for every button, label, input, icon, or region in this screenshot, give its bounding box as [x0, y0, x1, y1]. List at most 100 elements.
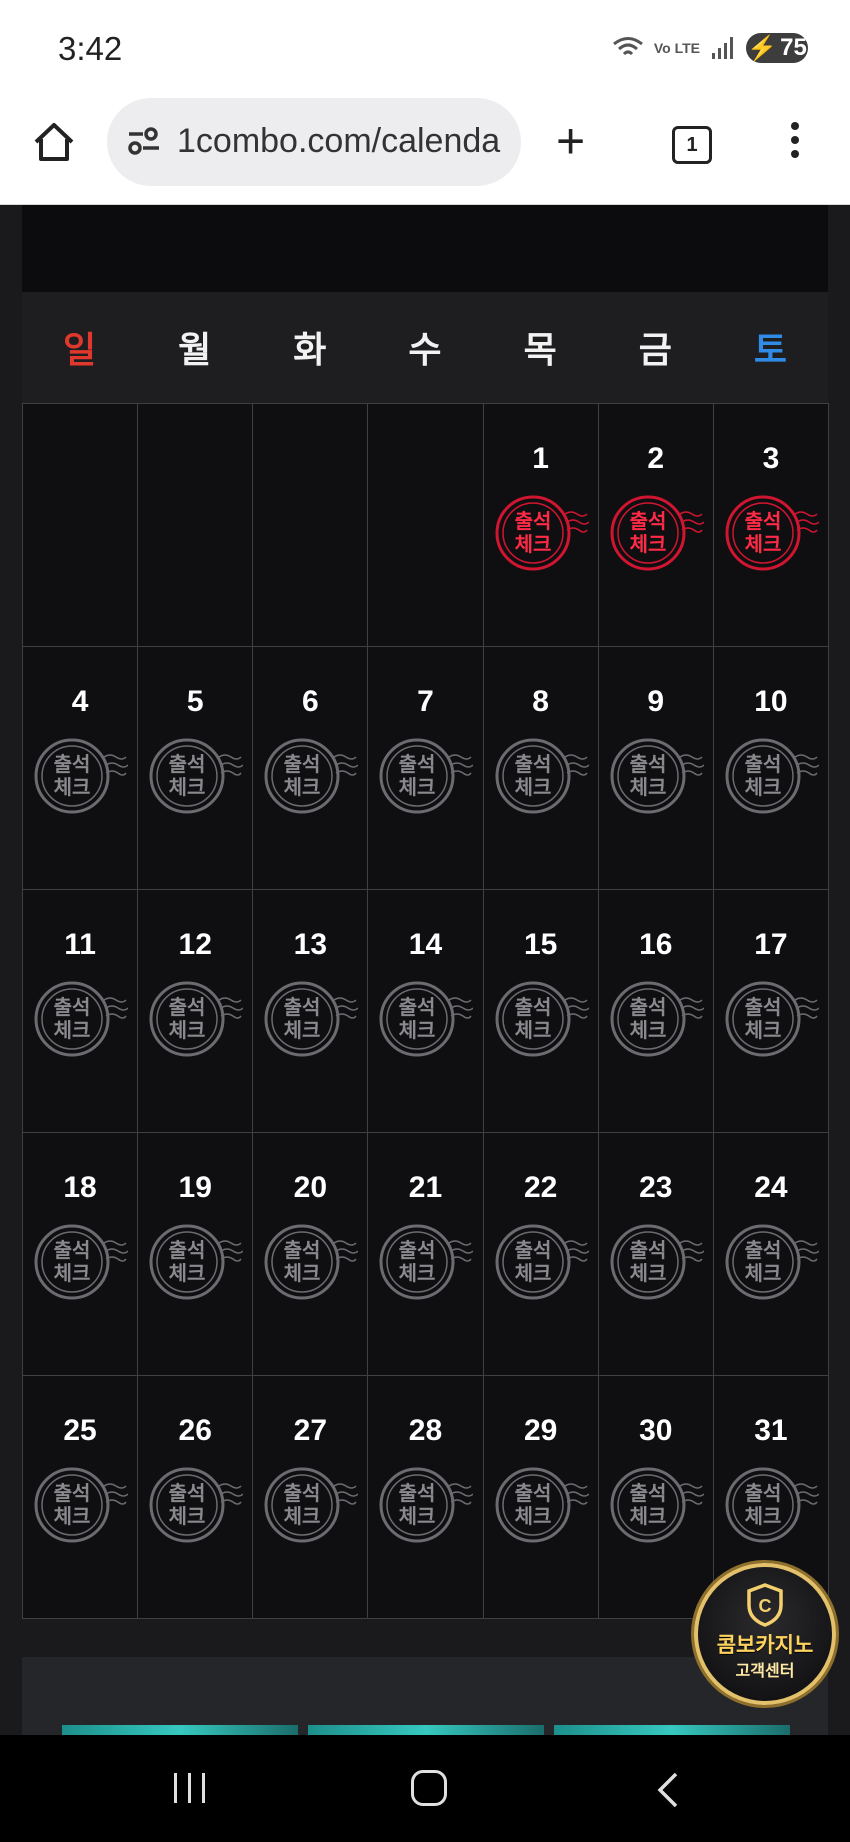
- calendar-day-cell[interactable]: 20 출석 체크: [253, 1133, 369, 1376]
- attendance-stamp-icon: 출석체크: [149, 1224, 244, 1300]
- empty-day-cell: [253, 404, 369, 647]
- stamp-label: 체크: [399, 1504, 436, 1528]
- battery-level: 75: [780, 34, 807, 61]
- calendar-day-cell[interactable]: 23 출석 체크: [598, 1133, 714, 1376]
- stamp-label: 출석: [514, 1238, 551, 1262]
- calendar-day-cell[interactable]: 10 출석 체크: [713, 647, 829, 890]
- empty-day-cell: [138, 404, 254, 647]
- tab-switcher-button[interactable]: 1: [672, 126, 712, 164]
- calendar-day-cell[interactable]: 6 출석 체크: [253, 647, 369, 890]
- calendar-day-cell[interactable]: 1 출석 체크: [483, 404, 599, 647]
- calendar-day-cell[interactable]: 16 출석 체크: [598, 890, 714, 1133]
- overflow-menu-icon[interactable]: [788, 122, 802, 164]
- day-number: 31: [754, 1414, 788, 1447]
- calendar-day-cell[interactable]: 3 출석 체크: [713, 404, 829, 647]
- calendar-day-cell[interactable]: 19 출석 체크: [138, 1133, 254, 1376]
- weekday-header: 일월화수목금토: [22, 292, 828, 408]
- stamp-label: 체크: [284, 1018, 321, 1042]
- calendar-day-cell[interactable]: 7 출석 체크: [368, 647, 484, 890]
- weekday-label: 수: [408, 329, 442, 370]
- day-number: 9: [647, 685, 665, 718]
- stamp-label: 체크: [54, 775, 91, 799]
- calendar-day-cell[interactable]: 22 출석 체크: [483, 1133, 599, 1376]
- attendance-stamp-icon: 출석체크: [34, 981, 129, 1057]
- stamp-label: 체크: [399, 1261, 436, 1285]
- stamp-label: 출석: [54, 1481, 91, 1505]
- weekday-label: 금: [638, 329, 672, 370]
- stamp-label: 체크: [169, 1261, 206, 1285]
- header-banner: [22, 205, 828, 292]
- page-content: 일월화수목금토 1 출석 체크 2 출석 체크 3 출석 체크 4 출석 체크 5 출석 체크 6 출석 체크 7 출…: [0, 205, 850, 1737]
- day-number: 5: [186, 685, 204, 718]
- back-icon[interactable]: [654, 1771, 682, 1809]
- attendance-stamp-icon: 출석체크: [725, 738, 819, 814]
- calendar-day-cell[interactable]: 18 출석 체크: [23, 1133, 139, 1376]
- attendance-stamp-icon: 출석체크: [149, 1467, 244, 1543]
- attendance-stamp-icon: 출석체크: [610, 981, 704, 1057]
- calendar-day-cell[interactable]: 4 출석 체크: [23, 647, 139, 890]
- calendar-day-cell[interactable]: 14 출석 체크: [368, 890, 484, 1133]
- attendance-stamp-icon: 출석체크: [610, 1467, 704, 1543]
- calendar-day-cell[interactable]: 5 출석 체크: [138, 647, 254, 890]
- calendar-day-cell[interactable]: 29 출석 체크: [483, 1376, 599, 1619]
- stamp-label: 출석: [629, 1238, 666, 1262]
- system-navigation-bar: [0, 1735, 850, 1842]
- status-bar: 3:42 Vo LTE ⚡ 75: [0, 0, 850, 98]
- weekday-label: 일: [63, 329, 97, 370]
- svg-text:C: C: [759, 1596, 772, 1616]
- attendance-stamp-icon: 출석체크: [264, 981, 359, 1057]
- calendar-day-cell[interactable]: 27 출석 체크: [253, 1376, 369, 1619]
- day-number: 30: [639, 1414, 673, 1447]
- weekday-label: 목: [523, 329, 557, 370]
- day-number: 14: [408, 928, 443, 961]
- home-button[interactable]: [411, 1770, 447, 1806]
- stamp-label: 출석: [514, 1481, 551, 1505]
- signal-icon: [712, 37, 733, 59]
- day-number: 22: [523, 1171, 558, 1204]
- status-icons: Vo LTE ⚡ 75: [612, 33, 808, 63]
- calendar-day-cell[interactable]: 21 출석 체크: [368, 1133, 484, 1376]
- day-number: 27: [293, 1414, 328, 1447]
- calendar-day-cell[interactable]: 24 출석 체크: [713, 1133, 829, 1376]
- day-number: 15: [523, 928, 558, 961]
- site-settings-icon[interactable]: [125, 122, 163, 160]
- stamp-label: 체크: [284, 1261, 321, 1285]
- customer-center-button[interactable]: C 콤보카지노 고객센터: [694, 1563, 836, 1705]
- home-icon[interactable]: [30, 118, 78, 166]
- calendar-day-cell[interactable]: 13 출석 체크: [253, 890, 369, 1133]
- weekday-label: 월: [178, 329, 212, 370]
- stamp-label: 체크: [284, 775, 321, 799]
- calendar-day-cell[interactable]: 15 출석 체크: [483, 890, 599, 1133]
- day-number: 13: [293, 928, 328, 961]
- new-tab-icon[interactable]: +: [556, 116, 585, 166]
- calendar-day-cell[interactable]: 2 출석 체크: [598, 404, 714, 647]
- calendar-day-cell[interactable]: 17 출석 체크: [713, 890, 829, 1133]
- calendar-day-cell[interactable]: 26 출석 체크: [138, 1376, 254, 1619]
- url-text[interactable]: 1combo.com/calenda: [177, 122, 500, 161]
- recent-apps-button[interactable]: [174, 1773, 205, 1803]
- day-number: 26: [178, 1414, 212, 1447]
- wifi-icon: [612, 37, 643, 56]
- day-number: 20: [293, 1171, 328, 1204]
- empty-day-cell: [23, 404, 139, 647]
- stamp-label: 체크: [514, 532, 551, 556]
- calendar-day-cell[interactable]: 12 출석 체크: [138, 890, 254, 1133]
- attendance-stamp-icon: 출석체크: [495, 495, 589, 571]
- stamp-label: 체크: [514, 775, 551, 799]
- attendance-stamp-icon: 출석체크: [34, 738, 129, 814]
- address-bar[interactable]: 1combo.com/calenda: [107, 98, 521, 186]
- calendar-day-cell[interactable]: 28 출석 체크: [368, 1376, 484, 1619]
- stamp-label: 체크: [745, 1261, 782, 1285]
- shield-icon: C: [747, 1583, 783, 1627]
- calendar-day-cell[interactable]: 11 출석 체크: [23, 890, 139, 1133]
- calendar-grid: 1 출석 체크 2 출석 체크 3 출석 체크 4 출석 체크 5 출석 체크 6 출석 체크 7 출석 체크 8 출석 체크…: [22, 403, 829, 1619]
- stamp-label: 출석: [169, 752, 206, 776]
- stamp-label: 출석: [169, 995, 206, 1019]
- calendar-day-cell[interactable]: 9 출석 체크: [598, 647, 714, 890]
- stamp-label: 출석: [745, 752, 782, 776]
- calendar-day-cell[interactable]: 8 출석 체크: [483, 647, 599, 890]
- attendance-stamp-icon: 출석체크: [725, 495, 819, 571]
- stamp-label: 출석: [54, 995, 91, 1019]
- calendar-day-cell[interactable]: 30 출석 체크: [598, 1376, 714, 1619]
- calendar-day-cell[interactable]: 25 출석 체크: [23, 1376, 139, 1619]
